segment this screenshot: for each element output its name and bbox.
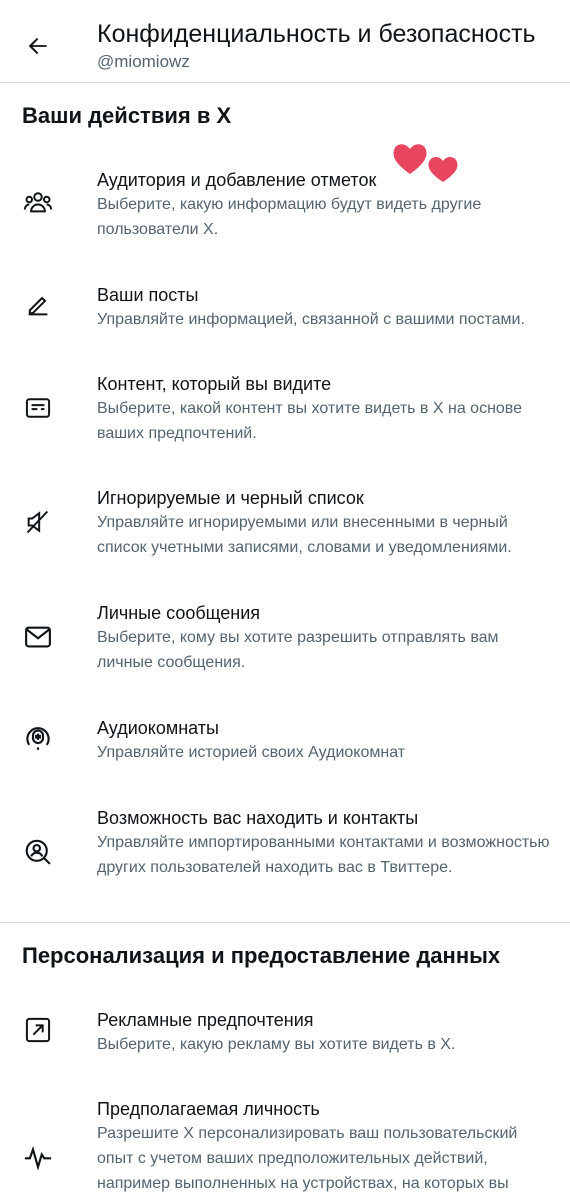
item-title: Возможность вас находить и контакты [97, 808, 419, 828]
microphone-icon [22, 722, 54, 754]
item-title: Рекламные предпочтения [97, 1010, 314, 1030]
settings-item-mute-block[interactable]: Игнорируемые и черный список Управляйте … [0, 486, 570, 558]
settings-item-inferred-identity[interactable]: Предполагаемая личность Разрешите X перс… [0, 1097, 570, 1200]
account-username: @miomiowz [97, 52, 190, 71]
item-title: Предполагаемая личность [97, 1099, 320, 1119]
mute-icon [22, 506, 54, 538]
arrow-left-icon [28, 37, 47, 55]
item-description: Управляйте информацией, связанной с ваши… [97, 311, 525, 328]
item-description: Разрешите X персонализировать ваш пользо… [97, 1125, 518, 1192]
top-app-bar: Конфиденциальность и безопасность @miomi… [0, 0, 570, 83]
settings-item-ads-preferences[interactable]: Рекламные предпочтения Выберите, какую р… [0, 1008, 570, 1058]
people-icon [22, 186, 54, 218]
content-icon [22, 392, 54, 424]
item-description: Выберите, какую рекламу вы хотите видеть… [97, 1036, 456, 1053]
heart-icon [393, 144, 427, 174]
item-title: Ваши посты [97, 285, 199, 305]
back-button[interactable] [22, 30, 54, 62]
settings-item-content-you-see[interactable]: Контент, который вы видите Выберите, как… [0, 372, 570, 444]
item-title: Игнорируемые и черный список [97, 488, 364, 508]
activity-icon [22, 1141, 54, 1173]
settings-item-direct-messages[interactable]: Личные сообщения Выберите, кому вы хотит… [0, 601, 570, 673]
settings-item-audience-tagging[interactable]: Аудитория и добавление отметок Выберите,… [0, 168, 570, 240]
envelope-icon [22, 621, 54, 653]
page-title: Конфиденциальность и безопасность [97, 20, 536, 48]
settings-item-your-posts[interactable]: Ваши посты Управляйте информацией, связа… [0, 283, 570, 333]
pencil-icon [22, 289, 54, 321]
item-title: Контент, который вы видите [97, 374, 332, 394]
item-description: Управляйте историей своих Аудиокомнат [97, 744, 406, 761]
item-description: Выберите, какой контент вы хотите видеть… [97, 400, 523, 442]
section-divider [0, 922, 570, 923]
item-title: Личные сообщения [97, 603, 261, 623]
item-title: Аудиокомнаты [97, 718, 219, 738]
settings-item-spaces[interactable]: Аудиокомнаты Управляйте историей своих А… [0, 716, 570, 766]
item-description: Управляйте импортированными контактами и… [97, 834, 550, 876]
hearts-sticker [390, 140, 465, 185]
item-description: Управляйте игнорируемыми или внесенными … [97, 514, 512, 556]
section-title-your-activity: Ваши действия в X [22, 103, 232, 128]
item-description: Выберите, кому вы хотите разрешить отпра… [97, 629, 499, 671]
item-title: Аудитория и добавление отметок [97, 170, 377, 190]
search-person-icon [22, 836, 54, 868]
heart-icon [428, 156, 458, 182]
ad-arrow-icon [22, 1014, 54, 1046]
section-title-personalization: Персонализация и предоставление данных [22, 943, 501, 968]
item-description: Выберите, какую информацию будут видеть … [97, 196, 482, 238]
settings-item-discoverability-contacts[interactable]: Возможность вас находить и контакты Упра… [0, 806, 570, 904]
